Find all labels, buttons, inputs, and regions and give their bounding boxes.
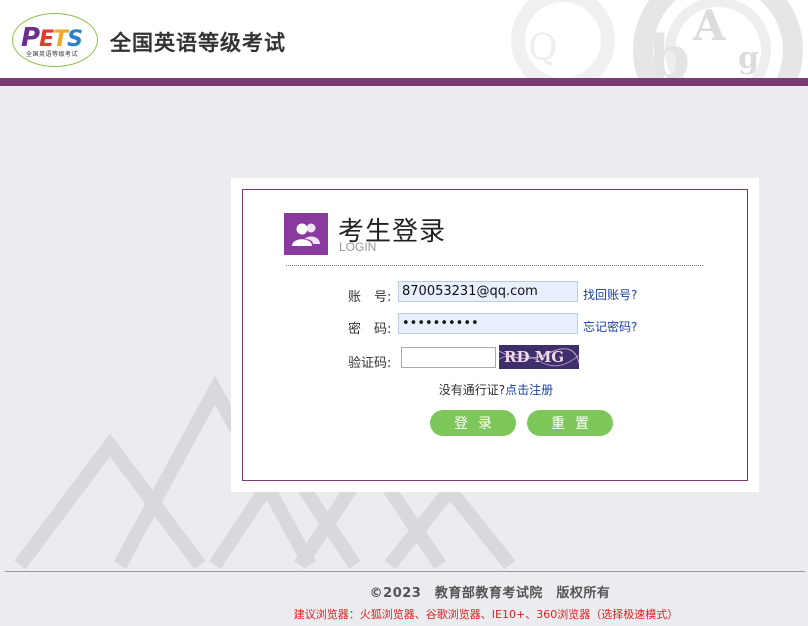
find-account-link[interactable]: 找回账号? (583, 286, 637, 303)
forgot-password-link[interactable]: 忘记密码? (583, 318, 637, 335)
svg-text:A: A (692, 1, 727, 50)
copyright-text: ©2023 教育部教育考试院 版权所有 (369, 586, 611, 601)
svg-text:b: b (648, 23, 690, 78)
svg-text:g: g (738, 41, 759, 76)
login-subtitle: LOGIN (339, 240, 377, 254)
reset-button[interactable]: 重置 (527, 410, 613, 436)
pets-logo[interactable]: PETS 全国英语等级考试 (12, 13, 98, 67)
captcha-input[interactable] (401, 347, 496, 368)
captcha-label: 验证码: (348, 356, 392, 371)
header-decoration-letters-icon: A g b Q (511, 0, 803, 78)
logo-subtext: 全国英语等级考试 (26, 51, 79, 58)
header-accent-bar (0, 78, 808, 86)
captcha-image[interactable]: RD MG (499, 345, 579, 369)
svg-text:Q: Q (528, 28, 558, 69)
login-card: 考生登录 LOGIN 账 号: 找回账号? 密 码: 忘记密码? 验证码: RD… (231, 178, 759, 492)
password-label: 密 码: (348, 322, 392, 337)
no-pass-text: 没有通行证? (438, 383, 506, 397)
login-button[interactable]: 登录 (430, 410, 516, 436)
account-input[interactable] (398, 281, 578, 302)
footer-divider (5, 571, 805, 572)
page-header: PETS 全国英语等级考试 全国英语等级考试 A g b Q (0, 0, 808, 78)
register-link[interactable]: 点击注册 (505, 383, 553, 397)
password-input[interactable] (398, 313, 578, 334)
register-row: 没有通行证?点击注册 (243, 381, 749, 398)
user-group-icon (284, 213, 328, 255)
login-divider (286, 265, 703, 266)
browser-recommendation: 建议浏览器：火狐浏览器、谷歌浏览器、IE10+、360浏览器（选择极速模式） (293, 608, 679, 621)
account-label: 账 号: (348, 290, 392, 305)
captcha-text: RD MG (504, 348, 565, 366)
site-title: 全国英语等级考试 (110, 31, 286, 55)
login-panel: 考生登录 LOGIN 账 号: 找回账号? 密 码: 忘记密码? 验证码: RD… (242, 189, 748, 481)
